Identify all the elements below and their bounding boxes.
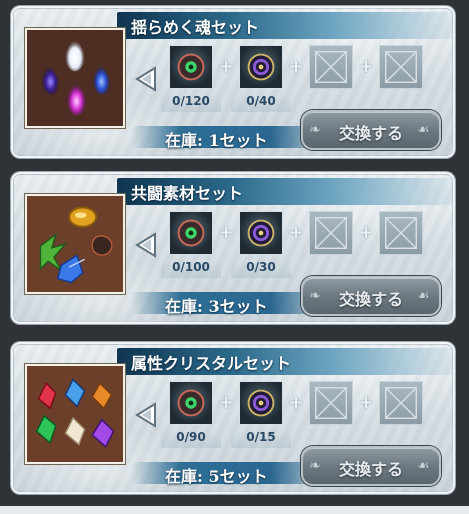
material-count: 0/90	[161, 430, 221, 448]
card-title: 揺らめく魂セット	[131, 18, 260, 37]
empty-slot	[379, 211, 423, 255]
empty-slot-icon	[315, 387, 347, 419]
exchange-card: 揺らめく魂セット 0/120 + 0/40 + + 在庫: 1セット ❧ 交換す…	[11, 6, 455, 158]
purple-ring-orb-icon	[247, 219, 275, 247]
material-count: 0/40	[231, 94, 291, 112]
plus-icon: +	[358, 392, 374, 413]
green-eye-orb-icon	[177, 53, 205, 81]
empty-slot	[379, 45, 423, 89]
arrow-left-icon	[131, 64, 161, 94]
empty-slot	[309, 211, 353, 255]
green-eye-orb-icon	[177, 389, 205, 417]
material-slot[interactable]	[239, 381, 283, 425]
empty-slot-icon	[385, 217, 417, 249]
green-eye-orb-icon	[177, 219, 205, 247]
material-count: 0/100	[161, 260, 221, 278]
material-slot[interactable]	[239, 45, 283, 89]
material-slot[interactable]	[169, 381, 213, 425]
arrow-left-icon	[131, 400, 161, 430]
material-count: 0/30	[231, 260, 291, 278]
purple-ring-orb-icon	[247, 389, 275, 417]
empty-slot-icon	[315, 217, 347, 249]
plus-icon: +	[218, 56, 234, 77]
card-title: 共闘素材セット	[131, 184, 244, 203]
material-slot[interactable]	[169, 211, 213, 255]
empty-slot-icon	[385, 387, 417, 419]
flourish-right-icon: ☙	[417, 288, 430, 304]
exchange-button[interactable]: ❧ 交換する ☙	[301, 446, 441, 486]
plus-icon: +	[288, 392, 304, 413]
stock-label: 在庫: 1セット	[165, 131, 268, 150]
plus-icon: +	[358, 56, 374, 77]
flourish-right-icon: ☙	[417, 458, 430, 474]
soul-flames-icon	[25, 28, 125, 128]
arrow-left-icon	[131, 230, 161, 260]
flourish-right-icon: ☙	[417, 122, 430, 138]
empty-slot	[309, 381, 353, 425]
element-crystals-icon	[25, 364, 125, 464]
exchange-card: 共闘素材セット 0/100 + 0/30 + + 在庫: 3セット ❧ 交換する…	[11, 172, 455, 324]
empty-slot-icon	[315, 51, 347, 83]
plus-icon: +	[218, 222, 234, 243]
empty-slot	[309, 45, 353, 89]
material-count: 0/120	[161, 94, 221, 112]
coop-materials-icon	[25, 194, 125, 294]
plus-icon: +	[358, 222, 374, 243]
plus-icon: +	[218, 392, 234, 413]
material-count: 0/15	[231, 430, 291, 448]
purple-ring-orb-icon	[247, 53, 275, 81]
material-slot[interactable]	[239, 211, 283, 255]
exchange-card: 属性クリスタルセット 0/90 + 0/15 + + 在庫: 5セット ❧ 交換…	[11, 342, 455, 494]
exchange-button[interactable]: ❧ 交換する ☙	[301, 276, 441, 316]
stock-label: 在庫: 3セット	[165, 297, 268, 316]
plus-icon: +	[288, 56, 304, 77]
exchange-list: 揺らめく魂セット 0/120 + 0/40 + + 在庫: 1セット ❧ 交換す…	[0, 0, 469, 514]
card-title: 属性クリスタルセット	[131, 354, 292, 373]
material-slot[interactable]	[169, 45, 213, 89]
plus-icon: +	[288, 222, 304, 243]
empty-slot	[379, 381, 423, 425]
exchange-button[interactable]: ❧ 交換する ☙	[301, 110, 441, 150]
stock-label: 在庫: 5セット	[165, 467, 268, 486]
empty-slot-icon	[385, 51, 417, 83]
next-card-edge	[0, 506, 469, 514]
